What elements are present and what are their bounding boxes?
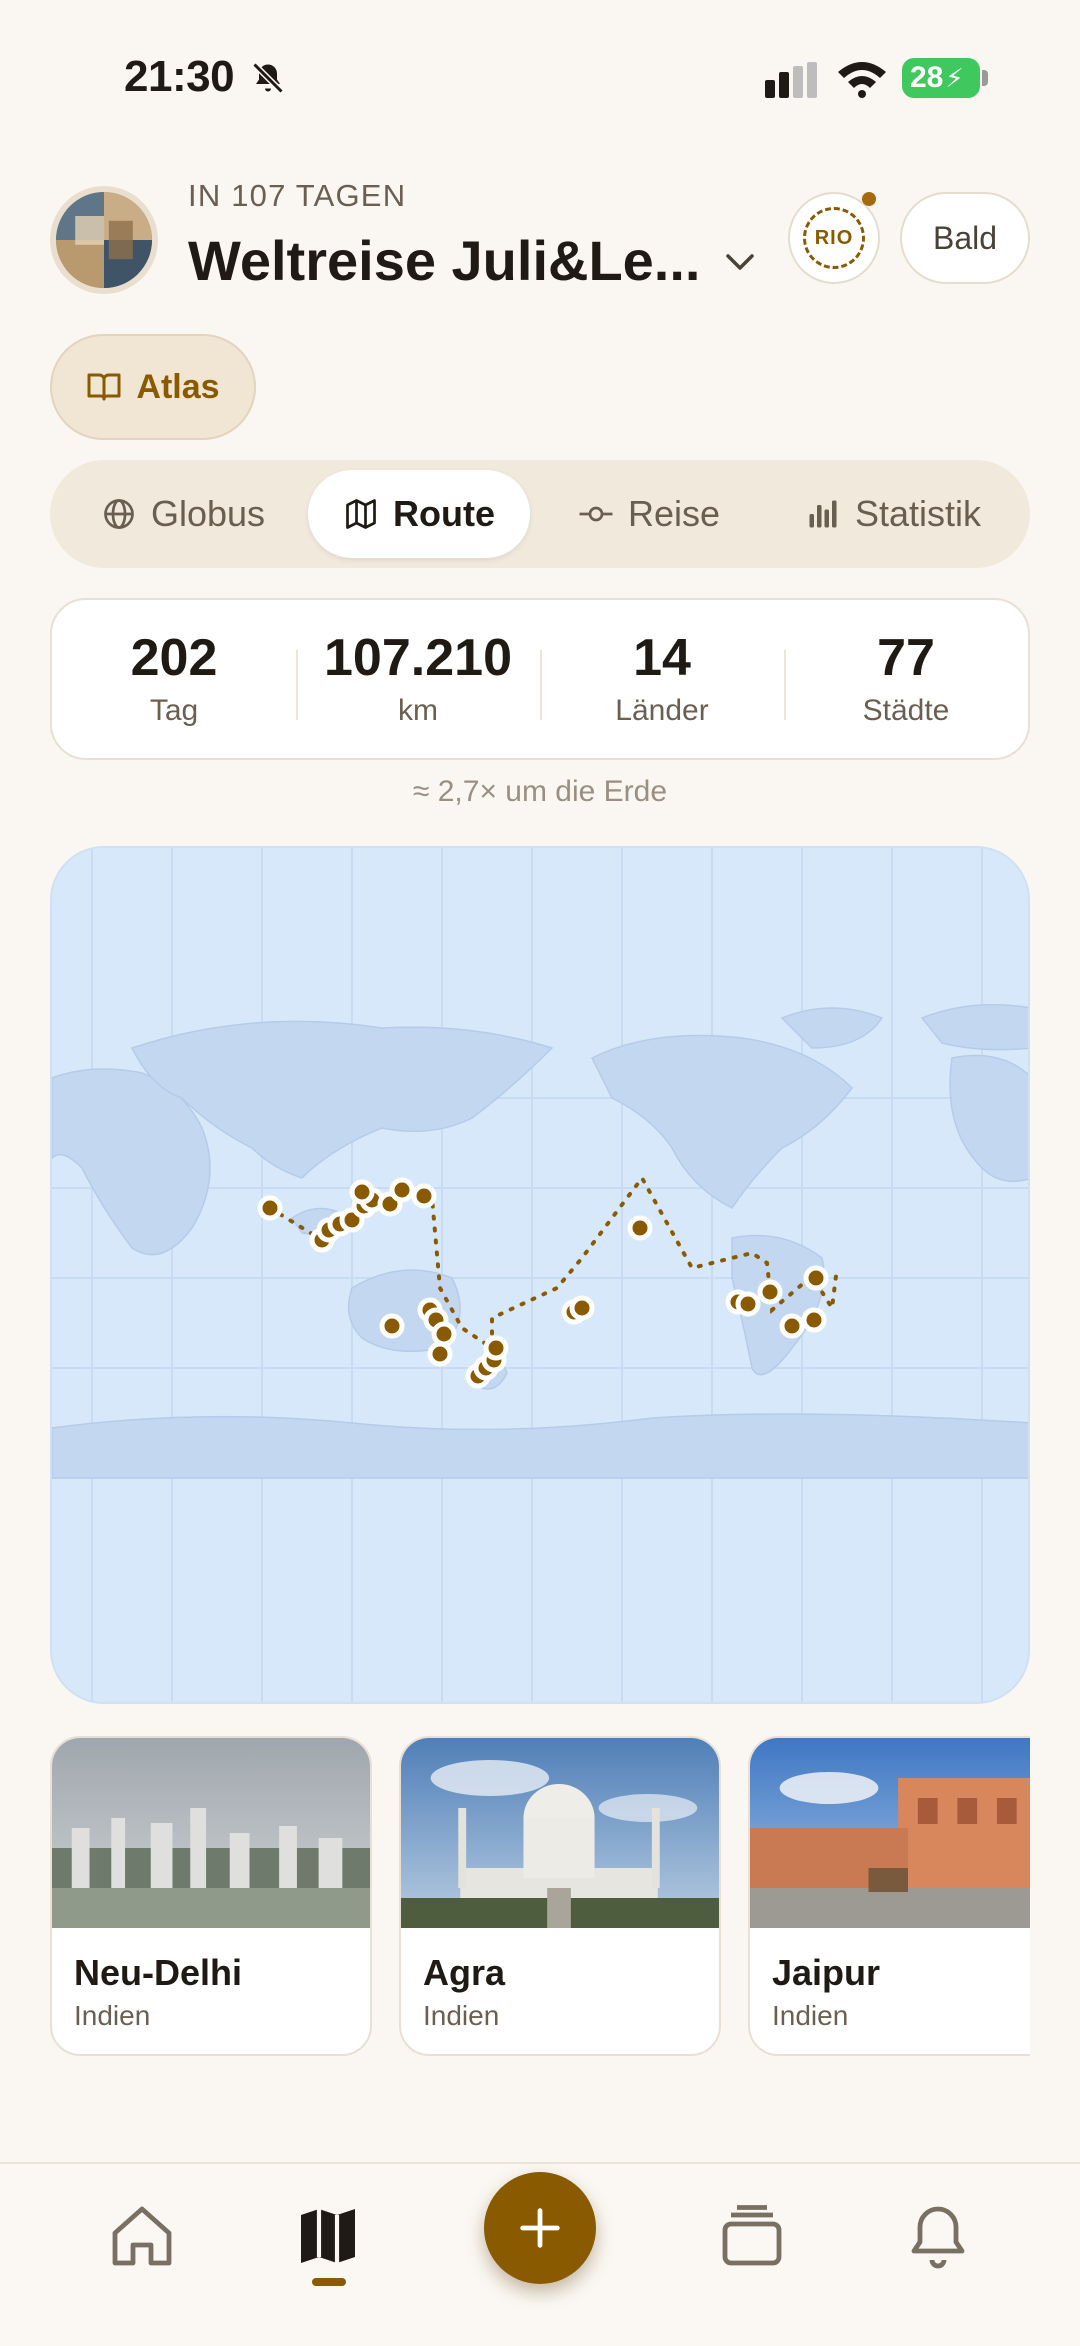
bar-chart-icon xyxy=(809,500,837,528)
rio-badge-button[interactable]: RIO xyxy=(788,192,880,284)
cards-icon xyxy=(722,2205,782,2266)
battery-level: 28 xyxy=(910,61,944,94)
stat-days: 202 Tag xyxy=(52,630,296,727)
view-tabs: Globus Route Reise Statistik xyxy=(50,460,1030,568)
stat-countries: 14 Länder xyxy=(540,630,784,727)
notification-dot xyxy=(862,192,876,206)
map-icon xyxy=(301,2209,355,2263)
route-stop xyxy=(627,1215,653,1241)
route-stop xyxy=(411,1183,437,1209)
city-name: Agra xyxy=(423,1952,506,1993)
route-stop xyxy=(569,1295,595,1321)
stat-label: Länder xyxy=(615,693,709,727)
tab-route[interactable]: Route xyxy=(308,470,530,558)
city-name: Neu-Delhi xyxy=(74,1952,243,1993)
world-map[interactable] xyxy=(52,848,1030,1704)
city-card-agra[interactable]: Agra Indien xyxy=(399,1736,721,2056)
trip-stats-card: 202 Tag 107.210 km 14 Länder 77 Städte xyxy=(50,598,1030,760)
stat-label: Städte xyxy=(862,693,950,727)
city-carousel[interactable]: Neu-Delhi Indien Agra Indien Jaipur Indi… xyxy=(50,1736,1030,2056)
city-name: Jaipur xyxy=(772,1952,881,1993)
rio-badge-label: RIO xyxy=(803,207,865,269)
add-button[interactable] xyxy=(484,2172,596,2284)
city-photo xyxy=(750,1738,1030,1928)
tab-label: Globus xyxy=(150,493,266,534)
signal-icon xyxy=(765,62,817,98)
atlas-label: Atlas xyxy=(136,367,220,406)
status-time: 21:30 xyxy=(124,52,235,101)
notifications-tab[interactable] xyxy=(902,2200,974,2272)
city-card-jaipur[interactable]: Jaipur Indien xyxy=(748,1736,1030,2056)
route-stop xyxy=(427,1341,453,1367)
route-stop xyxy=(349,1179,375,1205)
status-bar: 21:30 28 ⚡ xyxy=(0,0,1080,150)
bell-off-icon xyxy=(252,62,284,94)
route-stop xyxy=(757,1279,783,1305)
route-stop xyxy=(431,1321,457,1347)
route-stop xyxy=(257,1195,283,1221)
city-photo xyxy=(401,1738,719,1928)
tab-label: Statistik xyxy=(854,493,982,534)
route-stop xyxy=(379,1313,405,1339)
tab-globus[interactable]: Globus xyxy=(58,470,308,558)
battery-tip xyxy=(982,70,988,86)
trip-avatar[interactable] xyxy=(50,186,158,294)
tab-statistik[interactable]: Statistik xyxy=(768,470,1018,558)
chevron-down-icon[interactable] xyxy=(722,248,758,276)
stat-value: 14 xyxy=(633,629,691,688)
book-icon xyxy=(87,373,121,401)
commit-icon xyxy=(579,506,613,522)
atlas-chip[interactable]: Atlas xyxy=(50,334,256,440)
battery-indicator: 28 ⚡ xyxy=(902,58,980,98)
stat-label: km xyxy=(398,693,438,727)
route-stop xyxy=(801,1307,827,1333)
plus-icon xyxy=(520,2208,560,2248)
soon-button[interactable]: Bald xyxy=(900,192,1030,284)
city-country: Indien xyxy=(423,2000,500,2031)
map-icon xyxy=(346,499,376,529)
route-stop xyxy=(803,1265,829,1291)
active-tab-indicator xyxy=(312,2278,346,2286)
bell-icon xyxy=(911,2206,965,2269)
city-country: Indien xyxy=(74,2000,151,2031)
route-stop xyxy=(779,1313,805,1339)
tab-label: Reise xyxy=(627,493,721,534)
wifi-icon xyxy=(838,62,886,98)
stat-value: 107.210 xyxy=(324,629,512,688)
globe-icon xyxy=(104,499,134,529)
stat-label: Tag xyxy=(149,693,199,727)
tab-reise[interactable]: Reise xyxy=(530,470,768,558)
city-card-neu-delhi[interactable]: Neu-Delhi Indien xyxy=(50,1736,372,2056)
route-stop xyxy=(389,1177,415,1203)
home-tab[interactable] xyxy=(106,2200,178,2272)
city-country: Indien xyxy=(772,2000,849,2031)
trip-countdown: IN 107 TAGEN xyxy=(188,178,407,213)
route-stop xyxy=(483,1335,509,1361)
stat-distance: 107.210 km xyxy=(296,630,540,727)
trip-collage-image xyxy=(56,192,152,288)
route-stop xyxy=(735,1291,761,1317)
stat-value: 202 xyxy=(130,629,218,688)
charging-icon: ⚡ xyxy=(945,62,964,93)
tab-label: Route xyxy=(393,493,495,534)
map-tab[interactable] xyxy=(292,2200,364,2272)
route-map[interactable] xyxy=(50,846,1030,1704)
earth-comparison: ≈ 2,7× um die Erde xyxy=(412,775,668,808)
city-photo xyxy=(52,1738,370,1928)
home-icon xyxy=(112,2206,172,2266)
stat-cities: 77 Städte xyxy=(784,630,1028,727)
stat-value: 77 xyxy=(877,629,935,688)
trip-title[interactable]: Weltreise Juli&Le... xyxy=(188,228,708,293)
cards-tab[interactable] xyxy=(716,2200,788,2272)
